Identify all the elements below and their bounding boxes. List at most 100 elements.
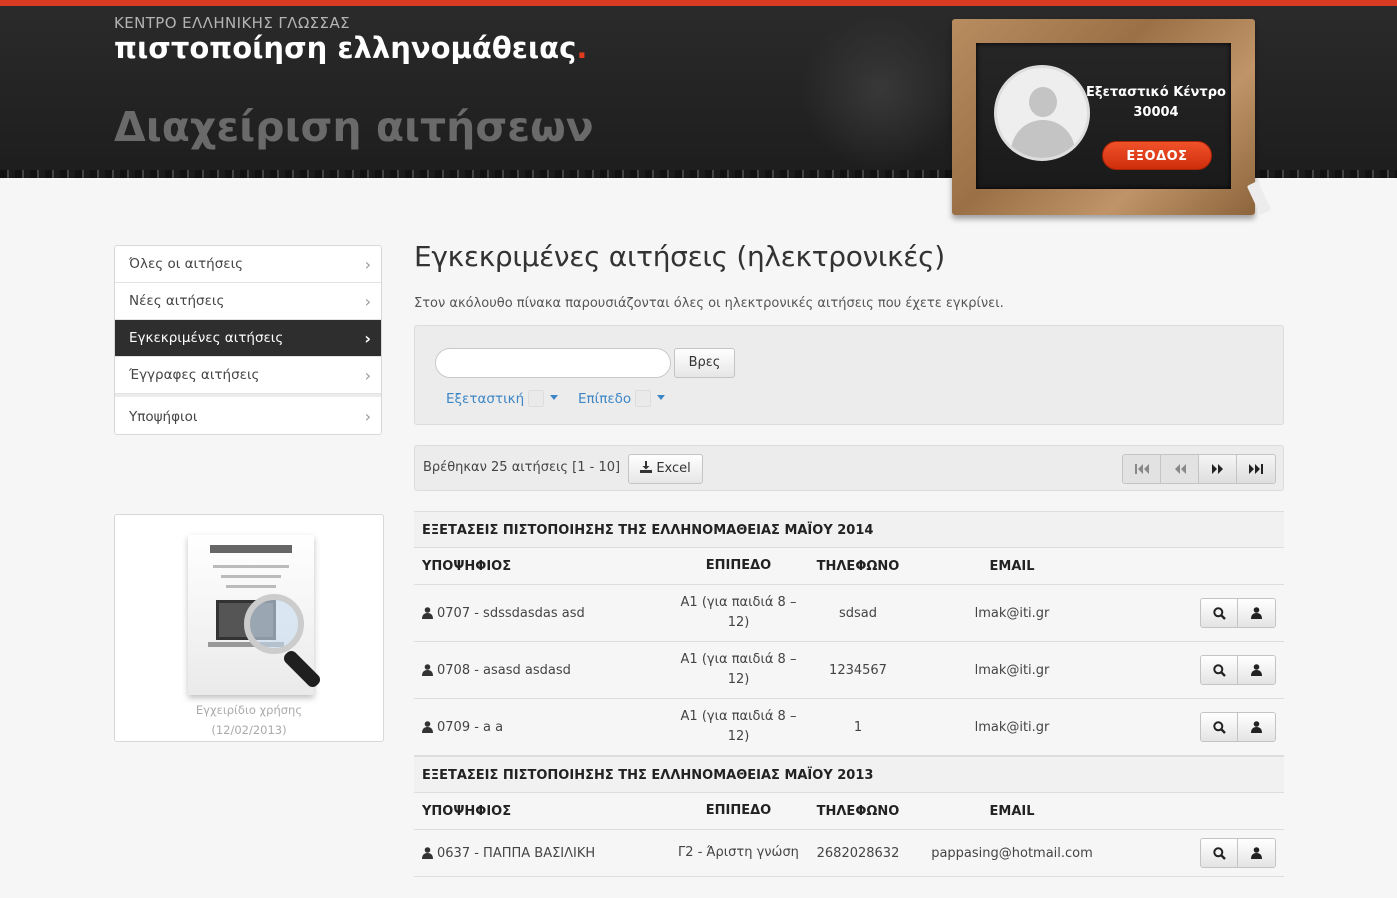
site-title-text: πιστοποίηση ελληνομάθειας [114, 31, 577, 65]
sidebar-item-new-applications[interactable]: Νέες αιτήσεις › [115, 283, 381, 320]
user-icon [1251, 607, 1262, 619]
column-level: ΕΠΙΠΕΔΟ [705, 803, 772, 818]
filter-panel: Βρες Εξεταστική Επίπεδο [414, 325, 1284, 425]
chevron-right-icon: › [364, 407, 371, 426]
candidate-name[interactable]: 0637 - ΠΑΠΠΑ ΒΑΣΙΛΙΚΗ [437, 846, 595, 861]
manual-title: Εγχειρίδιο χρήσης [195, 703, 303, 717]
search-icon [1212, 663, 1226, 677]
candidate-profile-button[interactable] [1238, 656, 1275, 684]
search-input[interactable] [435, 348, 671, 378]
exam-period-checkbox[interactable] [528, 390, 545, 407]
exam-period-dropdown[interactable]: Εξεταστική [446, 390, 559, 407]
world-map-decoration [800, 10, 960, 170]
cell-phone: 2682028632 [816, 845, 900, 861]
avatar [994, 65, 1090, 161]
candidate-name[interactable]: 0707 - sdssdasdas asd [437, 606, 585, 621]
search-button[interactable]: Βρες [674, 348, 735, 378]
user-icon [1251, 847, 1262, 859]
pagination [1122, 454, 1276, 484]
results-toolbar: Βρέθηκαν 25 αιτήσεις [1 - 10] Excel [414, 445, 1284, 491]
candidate-profile-button[interactable] [1238, 839, 1275, 867]
sidebar-item-paper-applications[interactable]: Έγγραφες αιτήσεις › [115, 357, 381, 394]
table-row: 0708 - asasd asdasd Α1 (για παιδιά 8 – 1… [414, 642, 1284, 699]
first-page-button[interactable] [1123, 455, 1161, 483]
table-section-title: ΕΞΕΤΑΣΕΙΣ ΠΙΣΤΟΠΟΙΗΣΗΣ ΤΗΣ ΕΛΛΗΝΟΜΑΘΕΙΑΣ… [414, 511, 1284, 548]
column-candidate: ΥΠΟΨΗΦΙΟΣ [422, 803, 512, 819]
site-title[interactable]: πιστοποίηση ελληνομάθειας. [114, 31, 587, 65]
excel-export-button[interactable]: Excel [628, 454, 703, 484]
results-summary: Βρέθηκαν 25 αιτήσεις [1 - 10] [423, 460, 621, 475]
user-icon [422, 664, 433, 676]
search-icon [1212, 606, 1226, 620]
view-button[interactable] [1201, 839, 1238, 867]
site-title-dot: . [576, 31, 588, 65]
view-button[interactable] [1201, 599, 1238, 627]
cell-email: lmak@iti.gr [974, 719, 1050, 735]
previous-page-button[interactable] [1161, 455, 1199, 483]
candidate-profile-button[interactable] [1238, 599, 1275, 627]
exam-center-name: Εξεταστικό Κέντρο [1086, 85, 1226, 100]
cell-email: lmak@iti.gr [974, 662, 1050, 678]
next-page-icon [1211, 464, 1223, 474]
previous-page-icon [1174, 464, 1186, 474]
excel-export-label: Excel [656, 461, 691, 476]
column-candidate: ΥΠΟΨΗΦΙΟΣ [422, 558, 512, 574]
table-row: 0709 - a a Α1 (για παιδιά 8 – 12) 1 lmak… [414, 699, 1284, 756]
cell-email: pappasing@hotmail.com [931, 845, 1093, 861]
user-icon [422, 721, 433, 733]
view-button[interactable] [1201, 656, 1238, 684]
doc-line-shape [213, 565, 289, 568]
row-actions [1200, 642, 1276, 698]
magnifier-icon [244, 594, 304, 654]
cell-level: Α1 (για παιδιά 8 – 12) [680, 709, 797, 744]
candidate-name[interactable]: 0709 - a a [437, 720, 503, 735]
level-checkbox[interactable] [635, 390, 652, 407]
row-action-group [1200, 838, 1276, 868]
row-action-group [1200, 655, 1276, 685]
page-title: Εγκεκριμένες αιτήσεις (ηλεκτρονικές) [414, 240, 945, 273]
doc-line-shape [221, 575, 281, 578]
last-page-button[interactable] [1237, 455, 1275, 483]
candidate-profile-button[interactable] [1238, 713, 1275, 741]
caret-down-icon [550, 395, 559, 400]
chevron-right-icon: › [364, 366, 371, 385]
sidebar-item-candidates[interactable]: Υποψήφιοι › [115, 394, 381, 434]
cell-candidate: 0708 - asasd asdasd [422, 642, 571, 698]
user-icon [1251, 721, 1262, 733]
cell-phone: 1234567 [829, 662, 887, 678]
cell-phone: 1 [853, 719, 863, 735]
next-page-button[interactable] [1199, 455, 1237, 483]
sidebar-item-all-applications[interactable]: Όλες οι αιτήσεις › [115, 246, 381, 283]
level-label: Επίπεδο [578, 391, 632, 407]
cell-candidate: 0707 - sdssdasdas asd [422, 585, 585, 641]
last-page-icon [1249, 464, 1263, 474]
top-accent-bar [0, 0, 1397, 6]
view-button[interactable] [1201, 713, 1238, 741]
table-row: 0637 - ΠΑΠΠΑ ΒΑΣΙΛΙΚΗ Γ2 - Άριστη γνώση … [414, 830, 1284, 877]
level-dropdown[interactable]: Επίπεδο [578, 390, 666, 407]
column-level: ΕΠΙΠΕΔΟ [705, 558, 772, 573]
logout-button[interactable]: ΕΞΟΔΟΣ [1102, 141, 1212, 170]
table-row: 0707 - sdssdasdas asd Α1 (για παιδιά 8 –… [414, 585, 1284, 642]
column-phone: ΤΗΛΕΦΩΝΟ [816, 803, 900, 819]
applications-table: ΕΞΕΤΑΣΕΙΣ ΠΙΣΤΟΠΟΙΗΣΗΣ ΤΗΣ ΕΛΛΗΝΟΜΑΘΕΙΑΣ… [414, 511, 1284, 877]
cell-level: Γ2 - Άριστη γνώση [678, 845, 799, 860]
page-description: Στον ακόλουθο πίνακα παρουσιάζονται όλες… [414, 296, 1004, 311]
sidebar-item-label: Εγκεκριμένες αιτήσεις [129, 330, 284, 346]
candidate-name[interactable]: 0708 - asasd asdasd [437, 663, 571, 678]
cell-email: lmak@iti.gr [974, 605, 1050, 621]
chevron-right-icon: › [364, 292, 371, 311]
sidebar-item-label: Νέες αιτήσεις [129, 293, 225, 309]
column-email: EMAIL [989, 558, 1035, 574]
sidebar-item-label: Όλες οι αιτήσεις [129, 256, 244, 272]
first-page-icon [1134, 464, 1149, 474]
sidebar-item-approved-applications[interactable]: Εγκεκριμένες αιτήσεις › [115, 320, 381, 357]
cell-candidate: 0637 - ΠΑΠΠΑ ΒΑΣΙΛΙΚΗ [422, 830, 595, 876]
exam-center-code: 30004 [1133, 105, 1179, 120]
table-header: ΥΠΟΨΗΦΙΟΣ ΕΠΙΠΕΔΟ ΤΗΛΕΦΩΝΟ EMAIL [414, 548, 1284, 585]
avatar-head-shape [1029, 87, 1057, 117]
search-icon [1212, 720, 1226, 734]
exam-period-label: Εξεταστική [446, 391, 525, 407]
user-manual-card[interactable]: Εγχειρίδιο χρήσης (12/02/2013) [114, 514, 384, 742]
download-icon [640, 461, 653, 473]
